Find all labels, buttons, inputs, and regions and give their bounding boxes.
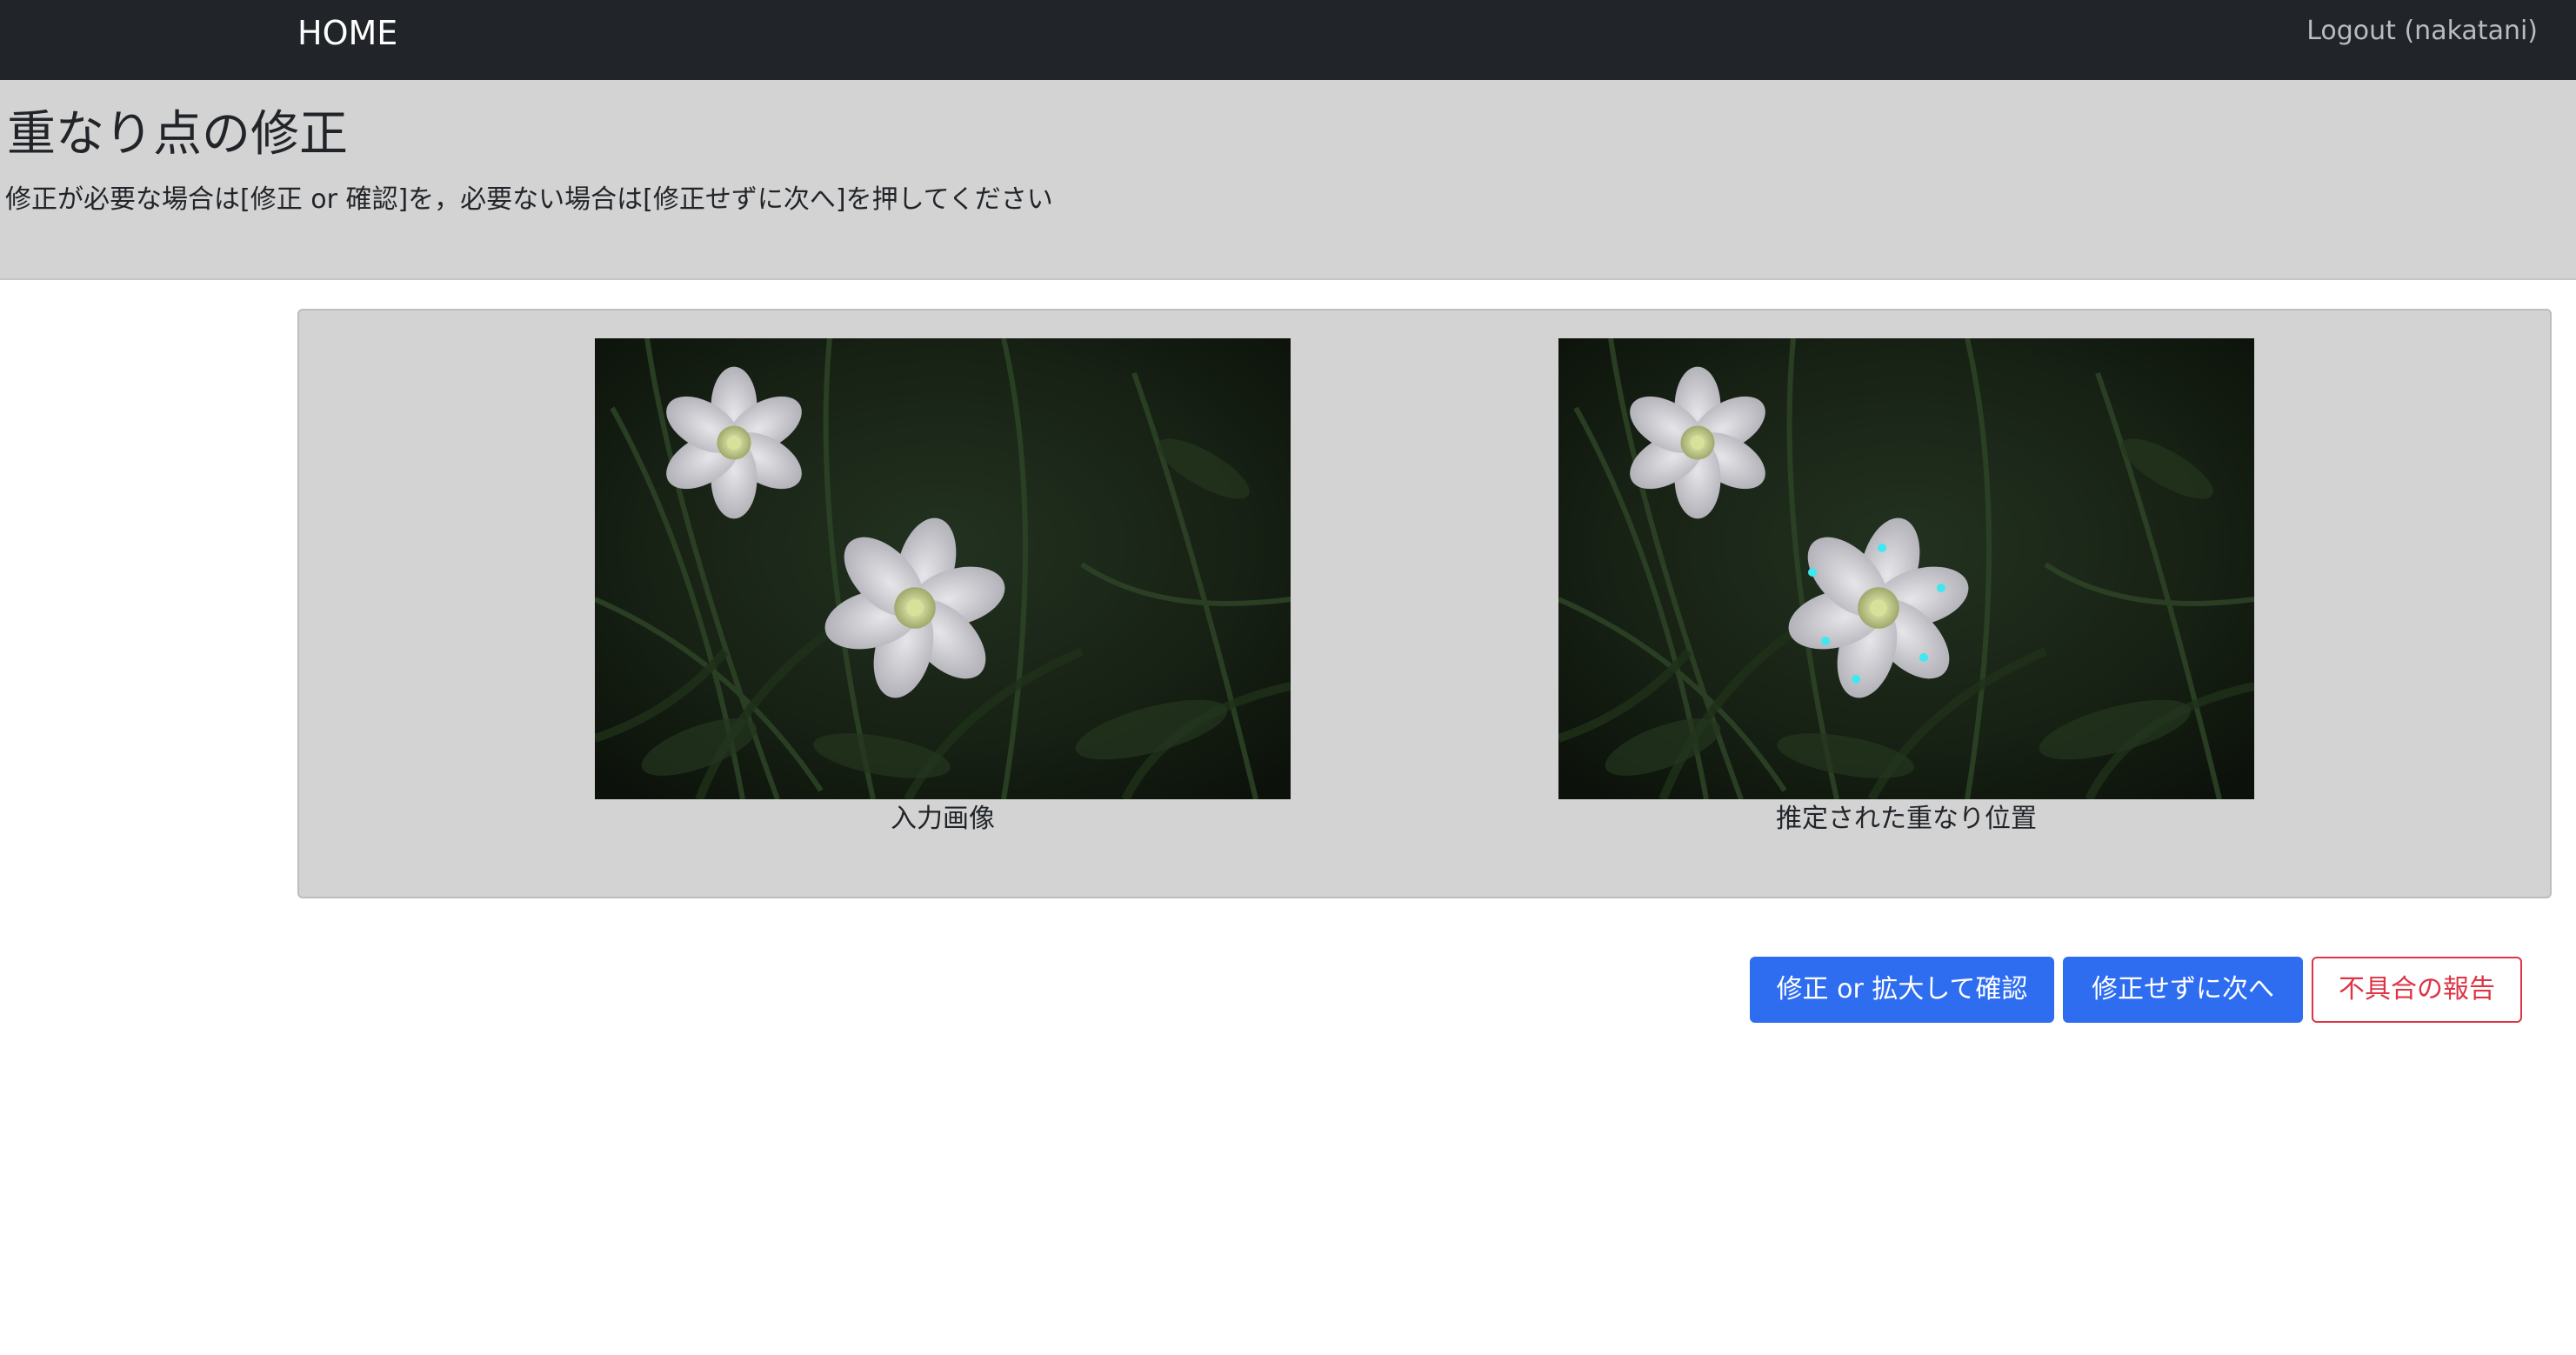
page-header: 重なり点の修正 修正が必要な場合は[修正 or 確認]を，必要ない場合は[修正せ… bbox=[0, 80, 2576, 280]
overlap-point-marker bbox=[1937, 584, 1945, 592]
logout-link[interactable]: Logout (nakatani) bbox=[2306, 14, 2538, 49]
input-image bbox=[595, 338, 1291, 799]
estimated-image-caption: 推定された重なり位置 bbox=[1776, 804, 2037, 834]
report-issue-button[interactable]: 不具合の報告 bbox=[2312, 957, 2522, 1023]
page-instruction: 修正が必要な場合は[修正 or 確認]を，必要ない場合は[修正せずに次へ]を押し… bbox=[5, 184, 1053, 215]
overlap-point-marker bbox=[1919, 653, 1928, 662]
skip-without-fix-button[interactable]: 修正せずに次へ bbox=[2063, 957, 2303, 1023]
overlap-point-marker bbox=[1808, 568, 1817, 577]
top-navbar: HOME Logout (nakatani) bbox=[0, 0, 2576, 80]
fix-or-zoom-button[interactable]: 修正 or 拡大して確認 bbox=[1750, 957, 2054, 1023]
input-image-figure: 入力画像 bbox=[595, 338, 1291, 836]
overlap-point-marker bbox=[1852, 675, 1860, 684]
home-link[interactable]: HOME bbox=[297, 12, 397, 54]
image-comparison-panel: 入力画像 推定された重なり位置 bbox=[297, 309, 2552, 898]
estimated-overlap-image bbox=[1558, 338, 2254, 799]
input-image-caption: 入力画像 bbox=[891, 804, 995, 834]
overlap-point-marker bbox=[1821, 637, 1830, 645]
estimated-image-figure: 推定された重なり位置 bbox=[1558, 338, 2254, 836]
page-title: 重なり点の修正 bbox=[7, 106, 348, 163]
overlap-point-marker bbox=[1878, 544, 1886, 552]
